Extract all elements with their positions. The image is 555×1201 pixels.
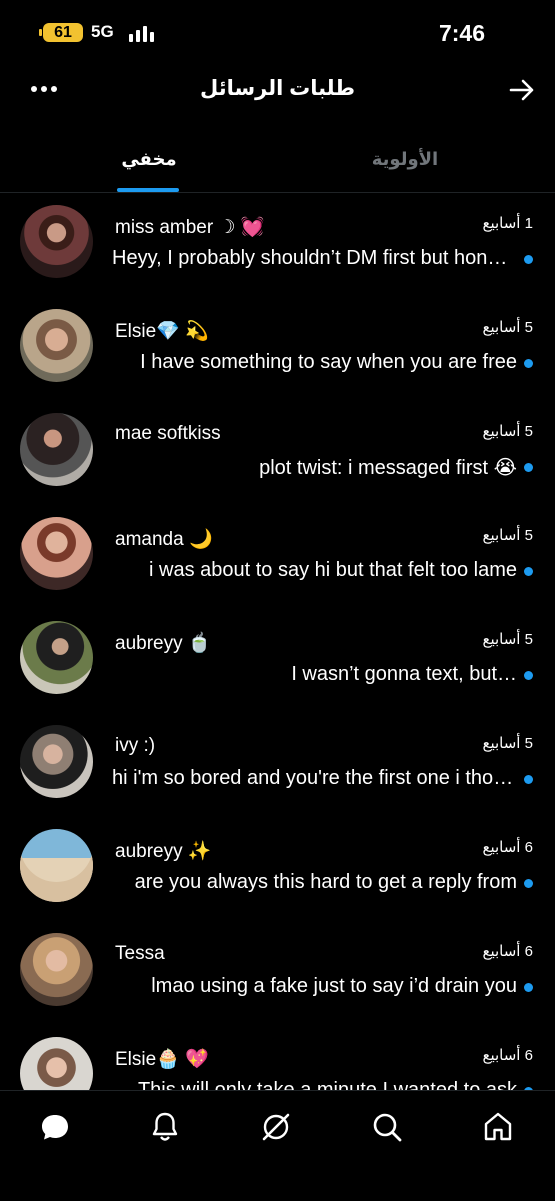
tab-hidden[interactable]: مخفي <box>118 149 180 170</box>
message-preview: This will only take a minute I wanted to… <box>137 1079 517 1090</box>
header: طلبات الرسائل <box>0 66 555 116</box>
avatar <box>20 725 93 798</box>
tab-bar: مخفي الأولوية <box>0 140 555 193</box>
message-age: 1 أسابيع <box>482 215 533 232</box>
signal-bars-icon <box>129 24 157 42</box>
unread-dot <box>524 567 533 576</box>
messages-icon[interactable] <box>37 1109 73 1145</box>
sender-name: mae softkiss <box>115 423 221 444</box>
bottom-nav <box>0 1090 555 1201</box>
avatar <box>20 517 93 590</box>
message-age: 5 أسابيع <box>482 319 533 336</box>
unread-dot <box>524 255 533 264</box>
avatar <box>20 933 93 1006</box>
message-age: 6 أسابيع <box>482 943 533 960</box>
sender-name: amanda 🌙 <box>115 529 213 550</box>
status-bar: 61 5G 7:46 <box>0 0 555 66</box>
unread-dot <box>524 463 533 472</box>
message-preview: I wasn’t gonna text, but… <box>291 663 517 685</box>
unread-dot <box>524 775 533 784</box>
message-preview: plot twist: i messaged first 😭 <box>259 457 517 479</box>
sender-name: Tessa <box>115 943 165 964</box>
message-row[interactable]: Elsie💎 💫 5 أسابيع I have something to sa… <box>0 299 555 403</box>
search-icon[interactable] <box>369 1109 405 1145</box>
home-icon[interactable] <box>480 1109 516 1145</box>
network-label: 5G <box>91 22 114 41</box>
unread-dot <box>524 671 533 680</box>
active-tab-indicator <box>117 188 179 192</box>
unread-dot <box>524 983 533 992</box>
message-row[interactable]: Tessa 6 أسابيع lmao using a fake just to… <box>0 923 555 1027</box>
status-time: 7:46 <box>438 20 485 46</box>
avatar <box>20 621 93 694</box>
message-preview: i was about to say hi but that felt too … <box>149 559 517 581</box>
message-age: 6 أسابيع <box>482 1047 533 1064</box>
unread-dot <box>524 879 533 888</box>
message-row[interactable]: miss amber ☽ 💓 1 أسابيع Heyy, I probably… <box>0 195 555 299</box>
avatar <box>20 1037 93 1090</box>
message-preview: lmao using a fake just to say i’d drain … <box>151 975 517 997</box>
sender-name: Elsie💎 💫 <box>115 321 209 342</box>
message-age: 6 أسابيع <box>482 839 533 856</box>
message-age: 5 أسابيع <box>482 527 533 544</box>
message-row[interactable]: Elsie🧁 💖 6 أسابيع This will only take a … <box>0 1027 555 1090</box>
page-title: طلبات الرسائل <box>199 77 356 100</box>
avatar <box>20 413 93 486</box>
message-age: 5 أسابيع <box>482 423 533 440</box>
sender-name: aubreyy ✨ <box>115 841 212 862</box>
battery-indicator: 61 <box>39 23 83 42</box>
tab-priority[interactable]: الأولوية <box>360 149 450 170</box>
sender-name: Elsie🧁 💖 <box>115 1049 209 1070</box>
message-age: 5 أسابيع <box>482 735 533 752</box>
message-preview: are you always this hard to get a reply … <box>134 871 517 893</box>
message-age: 5 أسابيع <box>482 631 533 648</box>
message-row[interactable]: aubreyy 🍵 5 أسابيع I wasn’t gonna text, … <box>0 611 555 715</box>
avatar <box>20 309 93 382</box>
message-row[interactable]: mae softkiss 5 أسابيع plot twist: i mess… <box>0 403 555 507</box>
message-row[interactable]: amanda 🌙 5 أسابيع i was about to say hi … <box>0 507 555 611</box>
unread-dot <box>524 359 533 368</box>
message-row[interactable]: aubreyy ✨ 6 أسابيع are you always this h… <box>0 819 555 923</box>
avatar <box>20 829 93 902</box>
message-row[interactable]: ivy :) 5 أسابيع hi i'm so bored and you'… <box>0 715 555 819</box>
message-preview: hi i'm so bored and you're the first one… <box>112 767 517 789</box>
avatar <box>20 205 93 278</box>
arrow-right-icon[interactable] <box>507 76 537 104</box>
message-preview: Heyy, I probably shouldn’t DM first but … <box>112 247 517 269</box>
sender-name: ivy :) <box>115 735 156 756</box>
battery-level: 61 <box>54 24 72 41</box>
notifications-bell-icon[interactable] <box>147 1109 183 1145</box>
sender-name: miss amber ☽ 💓 <box>115 217 265 238</box>
grok-icon[interactable] <box>258 1109 294 1145</box>
sender-name: aubreyy 🍵 <box>115 633 212 654</box>
message-request-list: miss amber ☽ 💓 1 أسابيع Heyy, I probably… <box>0 195 555 1090</box>
message-preview: I have something to say when you are fre… <box>140 351 517 373</box>
